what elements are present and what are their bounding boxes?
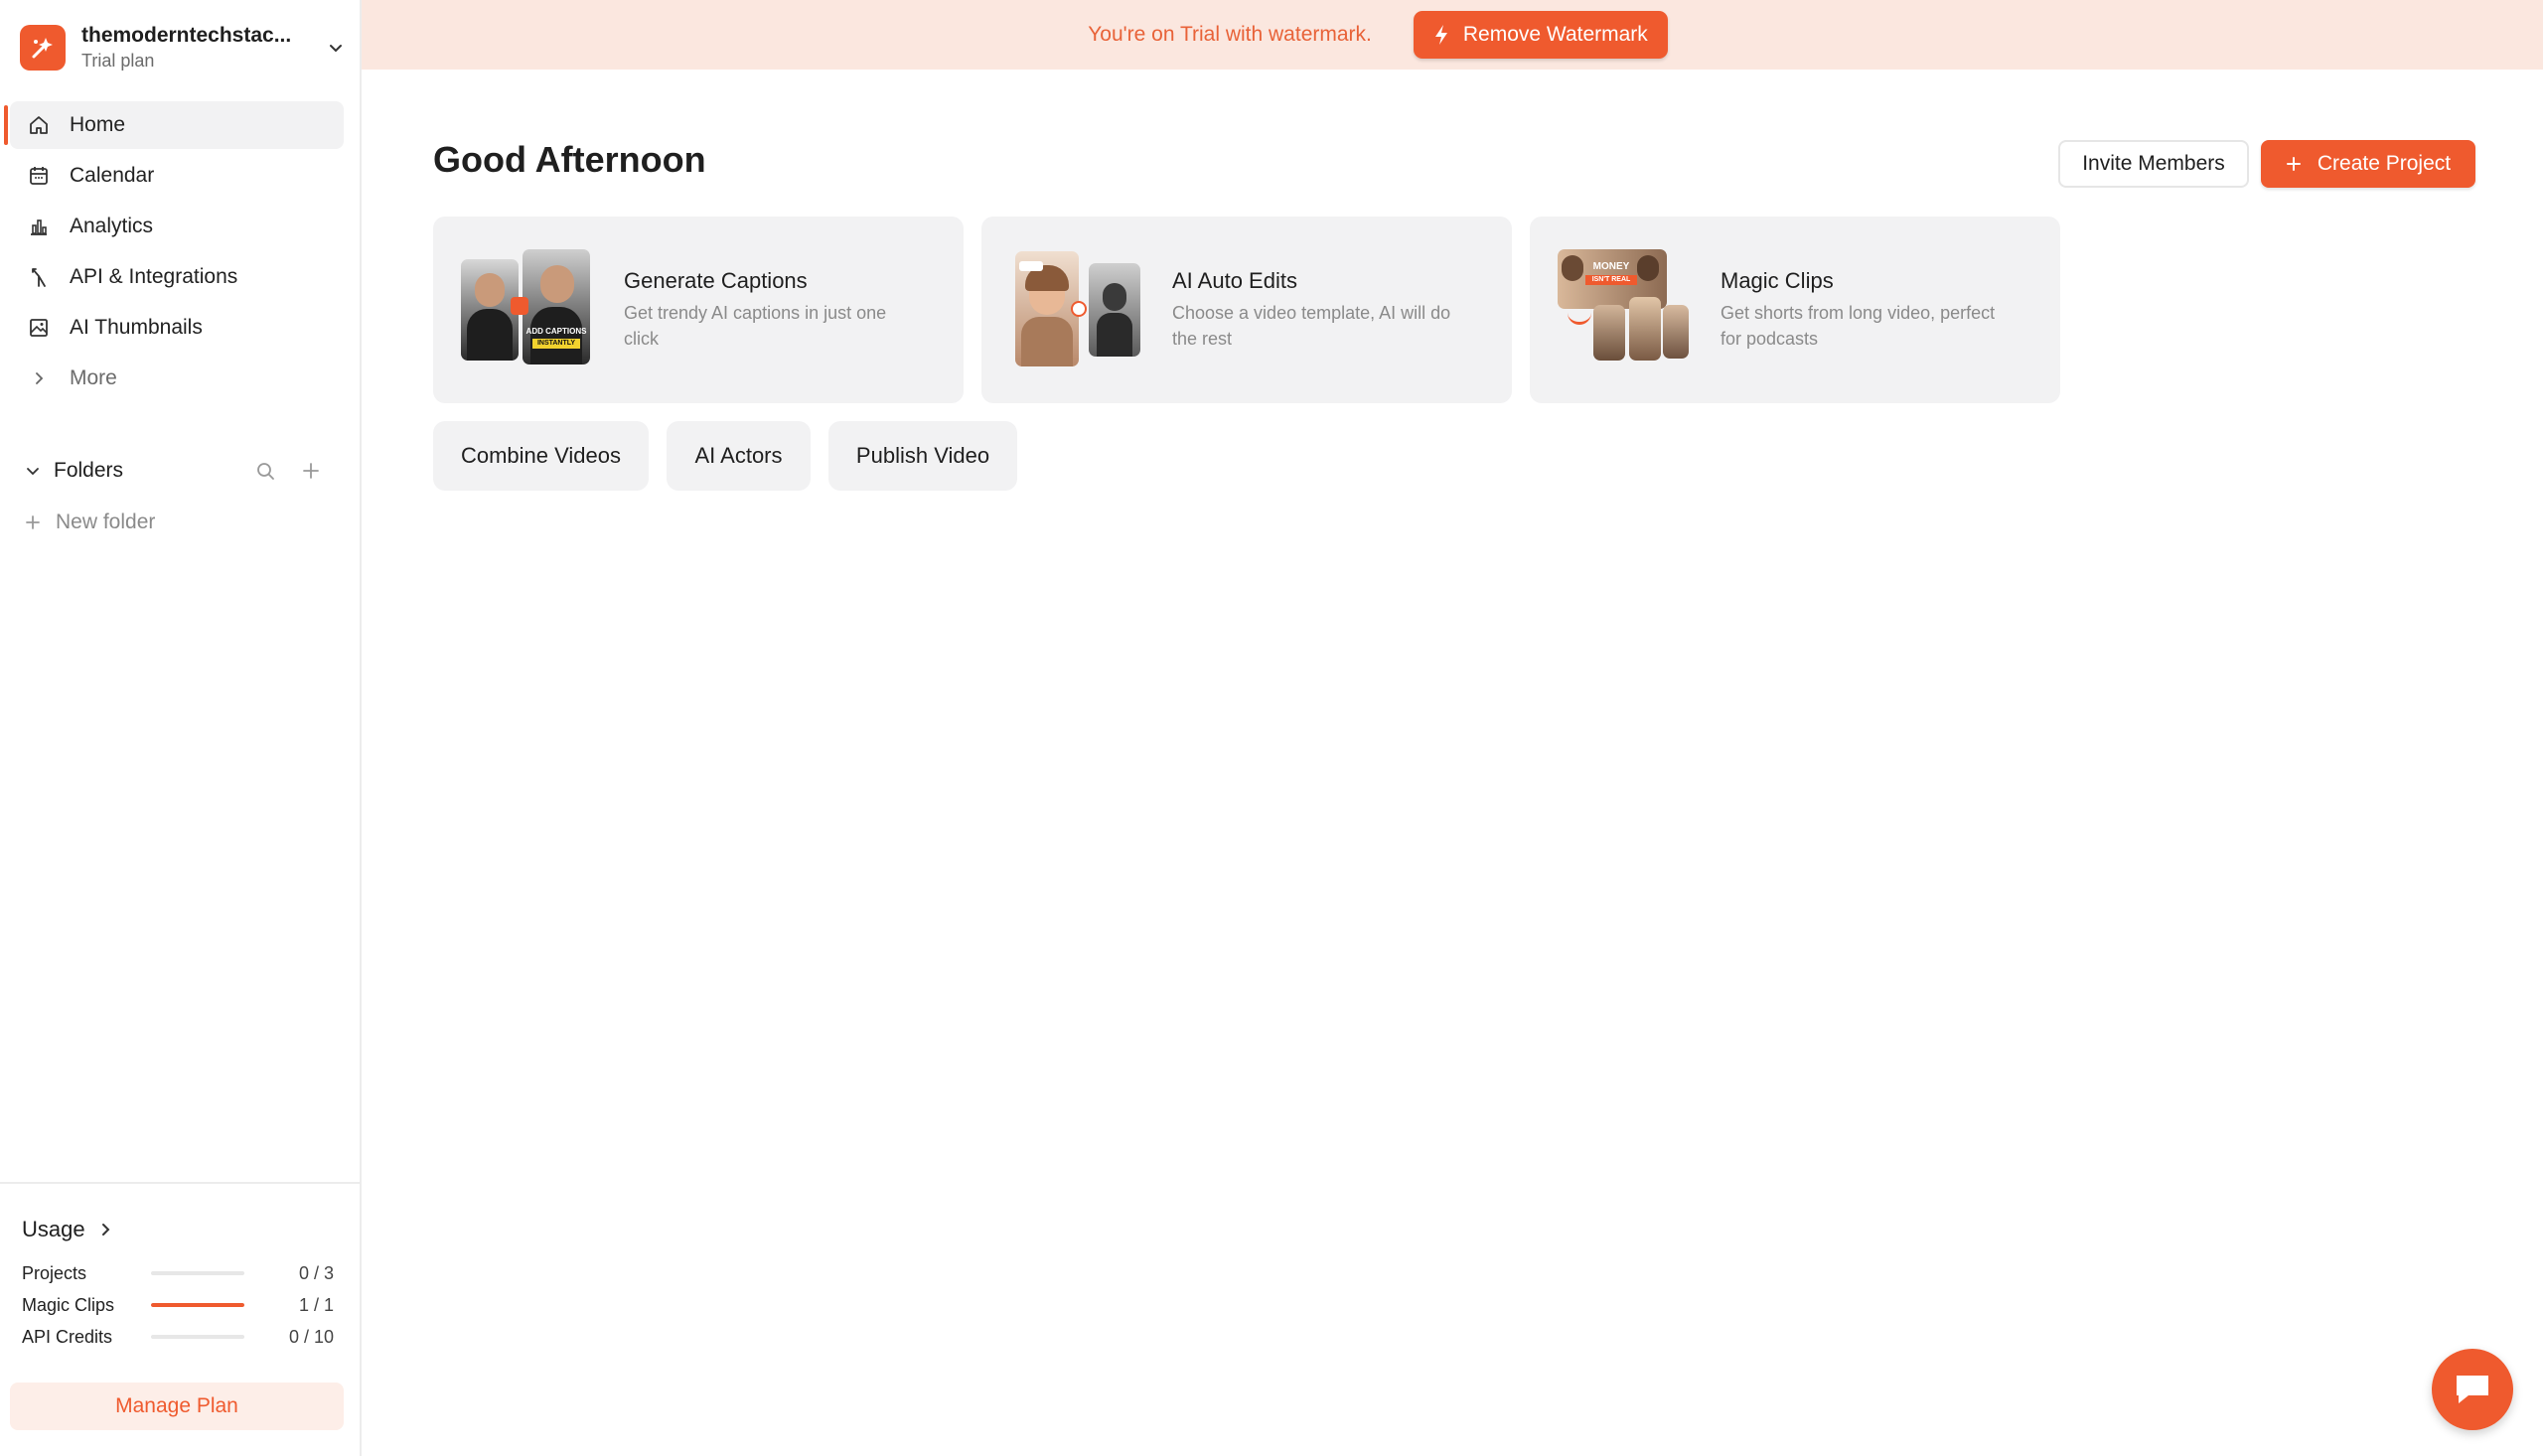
workspace-switcher[interactable]: themoderntechstac... Trial plan bbox=[20, 20, 348, 75]
invite-members-button[interactable]: Invite Members bbox=[2058, 140, 2249, 188]
workspace-plan: Trial plan bbox=[81, 51, 155, 71]
usage-label: Magic Clips bbox=[22, 1294, 115, 1315]
thumbnail-clip-subtext: ISN'T REAL bbox=[1585, 275, 1637, 285]
sidebar: themoderntechstac... Trial plan Home Cal… bbox=[0, 0, 362, 1456]
magic-clips-card[interactable]: MONEY ISN'T REAL Magic Clips Get shorts … bbox=[1530, 217, 2060, 403]
nav-label: Calendar bbox=[70, 164, 155, 187]
merge-arrow-icon bbox=[26, 264, 52, 290]
usage-value: 0 / 10 bbox=[288, 1326, 334, 1347]
usage-header[interactable]: Usage bbox=[0, 1214, 362, 1245]
chat-bubble-icon bbox=[2453, 1372, 2492, 1407]
plus-icon bbox=[24, 513, 42, 531]
calendar-icon bbox=[26, 163, 52, 189]
nav-item-api-integrations[interactable]: API & Integrations bbox=[10, 253, 344, 301]
card-title: Generate Captions bbox=[624, 268, 808, 293]
nav-item-home[interactable]: Home bbox=[4, 101, 344, 149]
search-icon[interactable] bbox=[252, 458, 278, 484]
folders-header[interactable]: Folders bbox=[0, 449, 362, 493]
nav-label: Analytics bbox=[70, 215, 154, 237]
usage-progress-bar bbox=[151, 1335, 244, 1339]
ai-actors-button[interactable]: AI Actors bbox=[667, 421, 811, 491]
chevron-right-icon bbox=[26, 365, 52, 391]
combine-videos-button[interactable]: Combine Videos bbox=[433, 421, 649, 491]
chevron-down-icon bbox=[324, 36, 348, 60]
nav-item-calendar[interactable]: Calendar bbox=[10, 152, 344, 200]
card-description: Get shorts from long video, perfect for … bbox=[1720, 303, 1996, 349]
chevron-right-icon bbox=[97, 1222, 113, 1238]
remove-watermark-button[interactable]: Remove Watermark bbox=[1413, 11, 1668, 59]
main-nav: Home Calendar Analytics API & Integratio… bbox=[0, 101, 362, 405]
nav-item-ai-thumbnails[interactable]: AI Thumbnails bbox=[10, 304, 344, 352]
nav-label: API & Integrations bbox=[70, 265, 238, 288]
create-project-label: Create Project bbox=[2317, 152, 2452, 175]
usage-section: Usage Projects 0 / 3 Magic Clips 1 / 1 A… bbox=[0, 1182, 362, 1353]
usage-label: Projects bbox=[22, 1262, 87, 1283]
nav-label: AI Thumbnails bbox=[70, 316, 203, 339]
new-folder-label: New folder bbox=[56, 510, 156, 533]
workspace-name: themoderntechstac... bbox=[81, 24, 292, 47]
magic-clips-thumbnail: MONEY ISN'T REAL bbox=[1558, 249, 1693, 370]
nav-item-analytics[interactable]: Analytics bbox=[10, 203, 344, 250]
manage-plan-button[interactable]: Manage Plan bbox=[10, 1383, 344, 1430]
usage-value: 1 / 1 bbox=[298, 1294, 334, 1315]
chevron-down-icon[interactable] bbox=[24, 462, 42, 480]
workspace-logo-icon bbox=[20, 25, 66, 71]
page-title: Good Afternoon bbox=[433, 139, 706, 180]
folders-section: Folders New folder bbox=[0, 449, 362, 546]
usage-row-projects: Projects 0 / 3 bbox=[0, 1257, 362, 1289]
trial-banner-text: You're on Trial with watermark. bbox=[1088, 23, 1372, 46]
generate-captions-thumbnail: ADD CAPTIONS INSTANTLY bbox=[461, 249, 596, 370]
ai-auto-edits-card[interactable]: AI Auto Edits Choose a video template, A… bbox=[981, 217, 1512, 403]
create-project-button[interactable]: Create Project bbox=[2261, 140, 2475, 188]
folders-title: Folders bbox=[54, 459, 124, 482]
edit-arrow-icon bbox=[1071, 301, 1087, 317]
bar-chart-icon bbox=[26, 214, 52, 239]
usage-progress-bar bbox=[151, 1271, 244, 1275]
thumbnail-caption-highlight: INSTANTLY bbox=[532, 339, 580, 349]
ai-auto-edits-thumbnail bbox=[1009, 249, 1144, 370]
publish-video-button[interactable]: Publish Video bbox=[828, 421, 1017, 491]
home-icon bbox=[26, 112, 52, 138]
card-title: Magic Clips bbox=[1720, 268, 1834, 293]
generate-captions-card[interactable]: ADD CAPTIONS INSTANTLY Generate Captions… bbox=[433, 217, 964, 403]
card-description: Get trendy AI captions in just one click bbox=[624, 303, 887, 349]
usage-progress-bar bbox=[151, 1303, 244, 1307]
thumbnail-clip-text: MONEY bbox=[1592, 261, 1630, 272]
captions-badge-icon bbox=[511, 297, 528, 315]
plus-icon[interactable] bbox=[298, 458, 324, 484]
usage-row-api-credits: API Credits 0 / 10 bbox=[0, 1321, 362, 1353]
lightning-icon bbox=[1433, 24, 1449, 46]
remove-watermark-label: Remove Watermark bbox=[1462, 23, 1648, 46]
plus-icon bbox=[2286, 156, 2302, 172]
image-icon bbox=[26, 315, 52, 341]
thumbnail-caption-text: ADD CAPTIONS bbox=[525, 327, 587, 336]
clip-arrow-icon bbox=[1568, 309, 1591, 325]
trial-banner: You're on Trial with watermark. Remove W… bbox=[362, 0, 2543, 70]
card-description: Choose a video template, AI will do the … bbox=[1172, 303, 1451, 349]
usage-value: 0 / 3 bbox=[298, 1262, 334, 1283]
nav-label: More bbox=[70, 366, 117, 389]
new-folder-button[interactable]: New folder bbox=[0, 499, 362, 546]
nav-item-more[interactable]: More bbox=[10, 355, 344, 402]
chat-support-button[interactable] bbox=[2432, 1349, 2513, 1430]
card-title: AI Auto Edits bbox=[1172, 268, 1297, 293]
usage-label: API Credits bbox=[22, 1326, 113, 1347]
usage-title: Usage bbox=[22, 1217, 85, 1241]
usage-row-magic-clips: Magic Clips 1 / 1 bbox=[0, 1289, 362, 1321]
nav-label: Home bbox=[70, 113, 126, 136]
